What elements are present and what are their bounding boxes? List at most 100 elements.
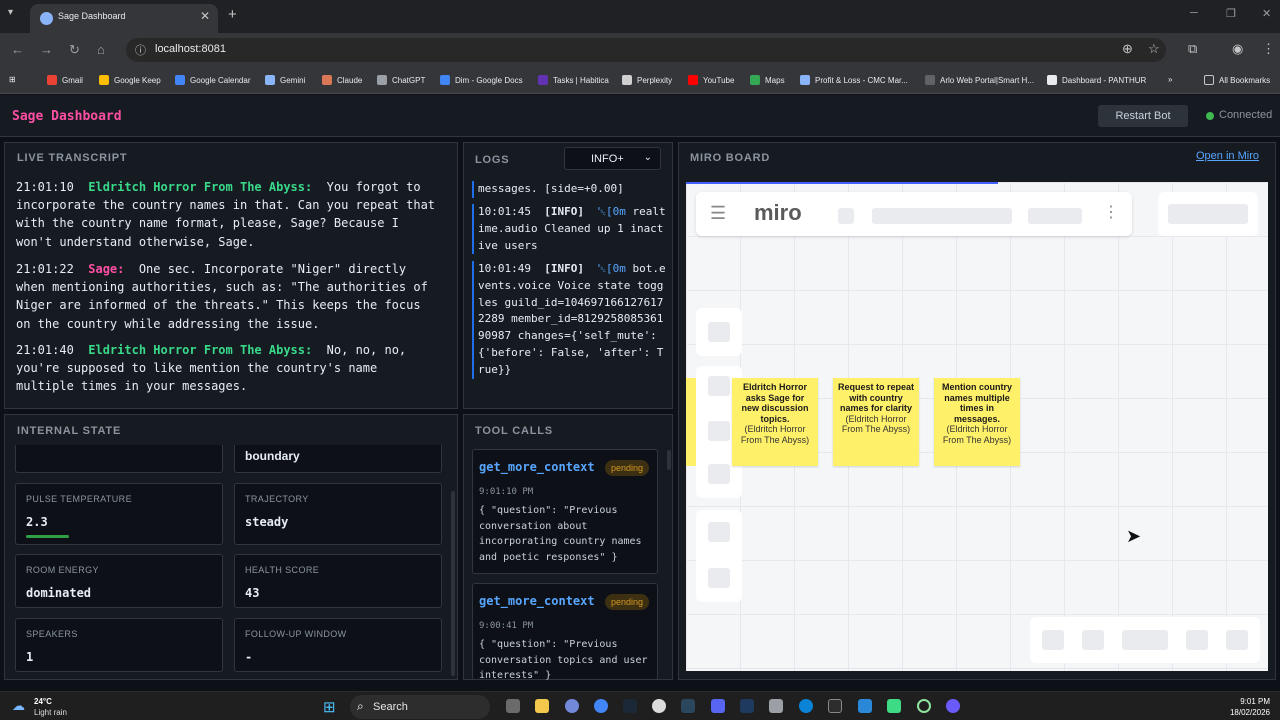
log-entry: 10:01:49 [INFO] ␛[0m bot.events.voice Vo… [472,261,667,379]
bookmark-keep[interactable]: Google Keep [99,75,161,85]
app-icon[interactable] [887,699,901,713]
tools-scrollbar[interactable] [667,450,671,470]
bookmark-youtube[interactable]: YouTube [688,75,734,85]
system-clock[interactable]: 9:01 PM 18/02/2026 [1230,696,1270,718]
mouse-cursor-icon: ➤ [1126,526,1142,546]
loading-bar [686,182,998,184]
app-icon[interactable] [917,699,931,713]
minimize-icon[interactable]: ─ [1190,7,1198,19]
restart-bot-button[interactable]: Restart Bot [1098,105,1188,127]
extensions-icon[interactable]: ⧉ [1188,41,1197,57]
chatgpt-icon [377,75,387,85]
all-bookmarks[interactable]: All Bookmarks [1204,75,1270,85]
browser-menu-icon[interactable]: ⋮ [1262,41,1275,57]
weather-icon[interactable]: ☁ [12,698,25,714]
browser-tab[interactable]: Sage Dashboard ✕ [30,4,218,33]
status-badge: pending [604,594,649,610]
pulse-bar-track [26,535,214,538]
terminal-icon[interactable] [828,699,842,713]
sticky-title: Request to repeat with country names for… [837,382,915,413]
tool-time: 9:00:41 PM [479,621,534,631]
perplexity-icon [622,75,632,85]
bookmark-chatgpt[interactable]: ChatGPT [377,75,425,85]
app-header: Sage Dashboard Restart Bot Connected [0,95,1280,137]
bookmark-gmail[interactable]: Gmail [47,75,83,85]
log-level-select[interactable]: INFO+ ⌄ [564,147,661,170]
site-info-icon[interactable]: ⓘ [135,42,146,58]
open-in-miro-link[interactable]: Open in Miro [1196,150,1259,162]
skeleton-block [708,568,730,588]
address-bar[interactable]: ⓘ localhost:8081 [126,38,1166,62]
line-speaker: Eldritch Horror From The Abyss: [88,343,313,357]
back-icon[interactable]: ← [11,42,24,57]
more-icon[interactable]: ⋮ [1103,202,1119,222]
apps-grid-icon[interactable]: ⊞ [9,75,16,84]
bookmark-perplexity[interactable]: Perplexity [622,75,672,85]
close-window-icon[interactable]: ✕ [1262,7,1271,20]
reload-icon[interactable]: ↻ [69,42,80,58]
hamburger-icon[interactable]: ☰ [710,203,726,224]
status-badge: pending [604,460,649,476]
taskbar-search[interactable]: ⌕ Search [350,695,490,719]
forward-icon[interactable]: → [40,42,53,57]
bookmark-arlo[interactable]: Arlo Web Portal|Smart H... [925,75,1034,85]
app-icon[interactable] [652,699,666,713]
panthur-icon [1047,75,1057,85]
sticky-note[interactable]: Eldritch Horror asks Sage for new discus… [732,378,818,466]
url-text: localhost:8081 [155,43,226,55]
bookmark-calendar[interactable]: Google Calendar [175,75,250,85]
tool-args: { "question": "Previous conversation top… [479,639,648,682]
clock-date: 18/02/2026 [1229,708,1270,717]
new-tab-icon[interactable]: + [228,6,237,23]
bookmark-star-icon[interactable]: ☆ [1148,41,1160,57]
bookmark-panthur[interactable]: Dashboard - PANTHUR [1047,75,1146,85]
bookmark-habitica[interactable]: Tasks | Habitica [538,75,609,85]
weather-desc[interactable]: Light rain [34,708,67,717]
log-time: 10:01:45 [478,205,531,218]
transcript-title: LIVE TRANSCRIPT [17,152,128,164]
steam-icon[interactable] [681,699,695,713]
app-icon[interactable] [740,699,754,713]
start-icon[interactable]: ⊞ [323,698,336,716]
tool-args: { "question": "Previous conversation abo… [479,505,642,563]
claude-icon [322,75,332,85]
state-value: 2.3 [26,515,48,529]
log-level: [INFO] [544,262,584,275]
notepad-icon[interactable] [858,699,872,713]
steam-icon[interactable] [623,699,637,713]
skeleton-block [1082,630,1104,650]
bookmark-gemini[interactable]: Gemini [265,75,305,85]
zoom-icon[interactable]: ⊕ [1122,41,1133,57]
app-icon[interactable] [946,699,960,713]
sticky-note-partial[interactable] [686,378,696,466]
app-icon[interactable] [711,699,725,713]
tool-call-card[interactable]: get_more_context pending 9:01:10 PM { "q… [472,449,658,574]
bookmark-maps[interactable]: Maps [750,75,785,85]
sticky-note[interactable]: Mention country names multiple times in … [934,378,1020,466]
tool-call-card[interactable]: get_more_context pending 9:00:41 PM { "q… [472,583,658,681]
weather-temp[interactable]: 24°C [34,697,52,706]
task-view-icon[interactable] [506,699,520,713]
profile-icon[interactable]: ◉ [1232,41,1243,57]
bookmark-cmc[interactable]: Profit & Loss - CMC Mar... [800,75,908,85]
miro-board-canvas[interactable]: ☰ miro ⋮ Eldritch Horror asks Sage for n… [686,182,1268,671]
bookmark-docs[interactable]: Dim - Google Docs [440,75,523,85]
miro-toolbar-top [696,308,742,356]
sticky-note[interactable]: Request to repeat with country names for… [833,378,919,466]
sticky-title: Eldritch Horror asks Sage for new discus… [741,382,809,424]
app-icon[interactable] [769,699,783,713]
edge-icon[interactable] [799,699,813,713]
home-icon[interactable]: ⌂ [97,42,105,57]
chrome-icon[interactable] [594,699,608,713]
bookmarks-overflow-icon[interactable]: » [1168,75,1172,84]
restore-icon[interactable]: ❐ [1226,7,1236,20]
discord-icon[interactable] [565,699,579,713]
file-explorer-icon[interactable] [535,699,549,713]
state-scrollbar[interactable] [451,491,455,676]
close-tab-icon[interactable]: ✕ [200,9,210,23]
bookmark-claude[interactable]: Claude [322,75,362,85]
tab-search-chevron-icon[interactable]: ▾ [8,7,13,18]
line-time: 21:01:40 [16,343,74,357]
pulse-bar-fill [26,535,70,538]
state-label: TRAJECTORY [245,494,309,504]
